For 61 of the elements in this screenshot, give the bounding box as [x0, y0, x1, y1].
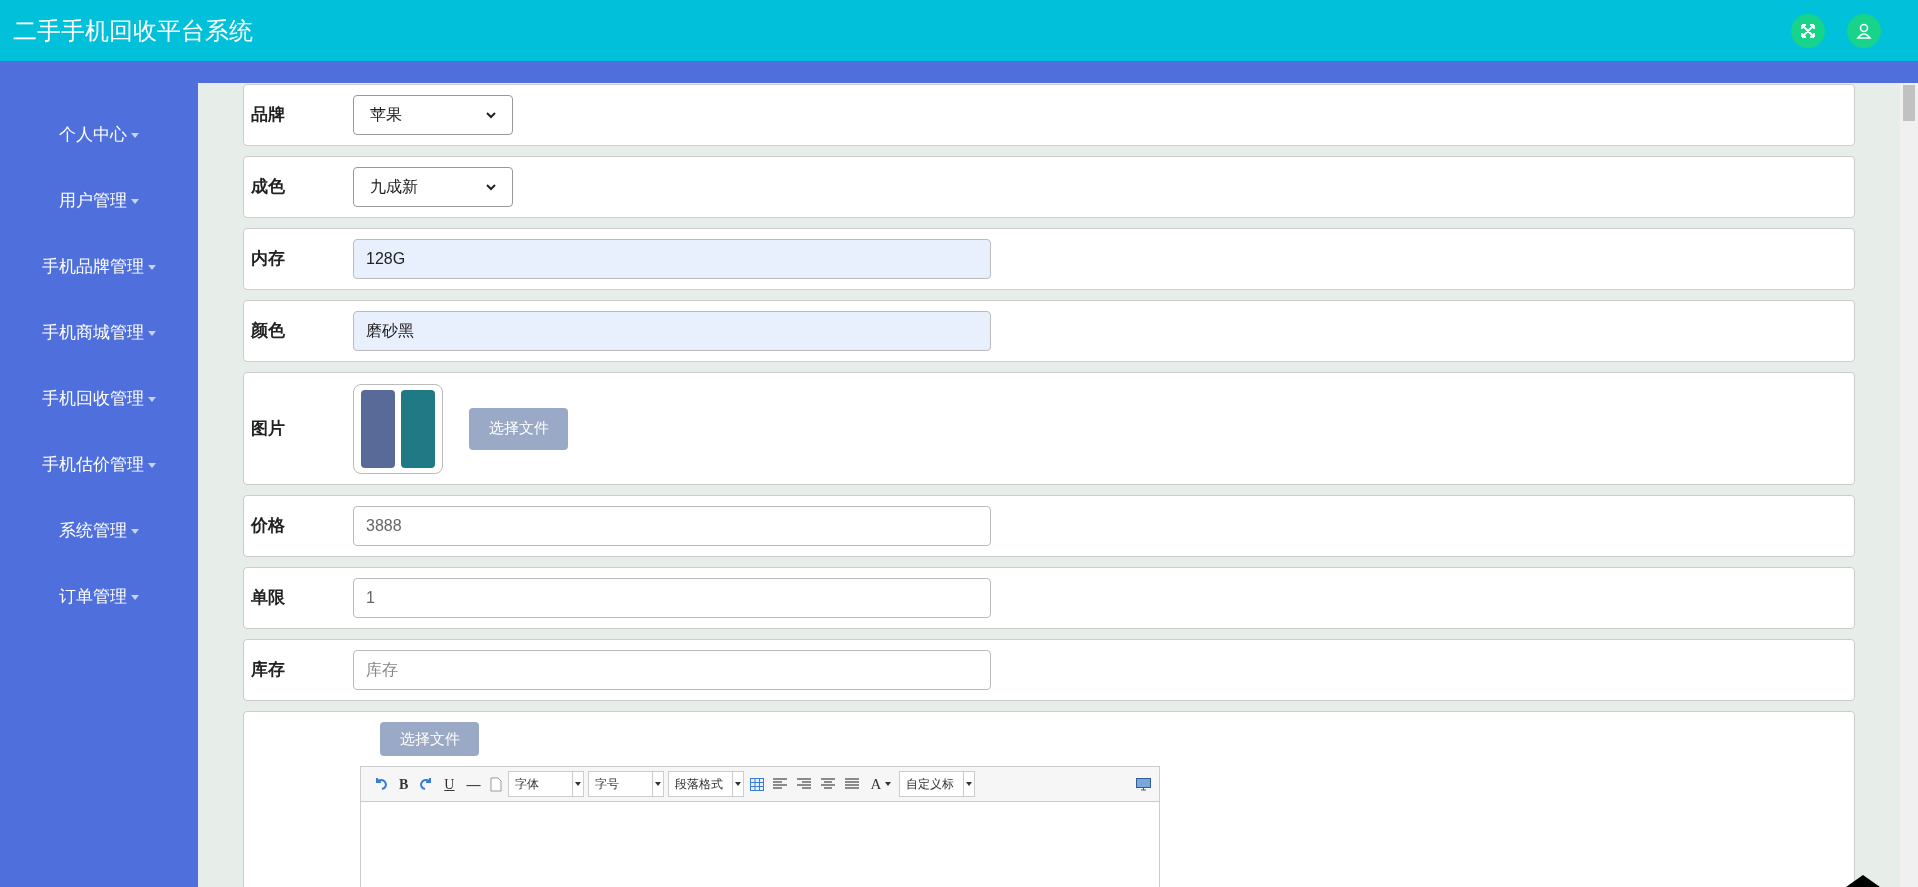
align-center-icon[interactable] [820, 777, 837, 792]
caret-icon [148, 396, 156, 402]
undo-icon[interactable] [373, 777, 389, 792]
caret-icon [885, 782, 892, 787]
sidebar-item[interactable]: 手机品牌管理 [0, 234, 198, 300]
field-label: 图片 [250, 417, 286, 440]
expand-icon [1800, 22, 1816, 39]
justify-icon[interactable] [844, 777, 861, 792]
input-field[interactable]: 3888 [353, 506, 991, 546]
caret-icon [131, 528, 139, 534]
monitor-icon[interactable] [1136, 777, 1151, 791]
underline-button[interactable]: U [444, 773, 455, 795]
input-field[interactable]: 1 [353, 578, 991, 618]
toolbar-dropdown[interactable]: 段落格式 [668, 771, 745, 798]
toolbar-dropdown[interactable]: 字体 [508, 771, 585, 798]
caret-icon [655, 782, 662, 787]
toolbar-dropdown[interactable]: 自定义标 [899, 771, 976, 798]
align-left-icon[interactable] [772, 777, 789, 792]
field-label: 单限 [250, 587, 286, 610]
field-label: 颜色 [250, 320, 286, 343]
toolbar-button[interactable]: B [399, 773, 409, 795]
scroll-top-button[interactable] [1846, 875, 1880, 887]
sidebar-item[interactable]: 订单管理 [0, 564, 198, 630]
input-field[interactable]: 128G [353, 239, 991, 279]
fullscreen-button[interactable] [1791, 13, 1825, 48]
caret-icon [148, 330, 156, 336]
caret-icon [131, 594, 139, 600]
sidebar-item[interactable]: 个人中心 [0, 102, 198, 168]
font-color-button[interactable]: A [870, 772, 892, 796]
sidebar-item[interactable]: 手机商城管理 [0, 300, 198, 366]
input-field[interactable]: 库存 [353, 650, 991, 690]
input-field[interactable]: 磨砂黑 [353, 311, 991, 351]
sidebar-item[interactable]: 系统管理 [0, 498, 198, 564]
align-right-icon[interactable] [796, 777, 813, 792]
caret-icon [148, 462, 156, 468]
sidebar-item[interactable]: 用户管理 [0, 168, 198, 234]
caret-icon [131, 198, 139, 204]
chevron-down-icon [486, 183, 496, 191]
table-icon[interactable] [750, 777, 765, 791]
sidebar-item[interactable]: 手机估价管理 [0, 432, 198, 498]
caret-icon [131, 132, 139, 138]
page-icon[interactable] [490, 776, 503, 792]
rich-text-editor[interactable]: B U — 字体 字号 段落格式 A 自定义标 [360, 766, 1160, 887]
chevron-down-icon [486, 111, 496, 119]
field-label: 库存 [250, 659, 286, 682]
field-label: 成色 [250, 176, 286, 199]
caret-icon [575, 782, 582, 787]
caret-icon [966, 782, 973, 787]
caret-icon [148, 264, 156, 270]
field-label: 价格 [249, 515, 286, 538]
field-label: 品牌 [250, 104, 286, 127]
user-icon [1856, 22, 1872, 39]
user-button[interactable] [1847, 13, 1881, 48]
select-field[interactable]: 九成新 [353, 167, 513, 207]
sidebar-item[interactable]: 手机回收管理 [0, 366, 198, 432]
select-field[interactable]: 苹果 [353, 95, 513, 135]
caret-icon [735, 782, 742, 787]
app-title: 二手手机回收平台系统 [13, 15, 253, 46]
toolbar-dropdown[interactable]: 字号 [588, 771, 665, 798]
field-label: 内存 [250, 248, 286, 271]
toolbar-button[interactable]: — [466, 773, 481, 795]
